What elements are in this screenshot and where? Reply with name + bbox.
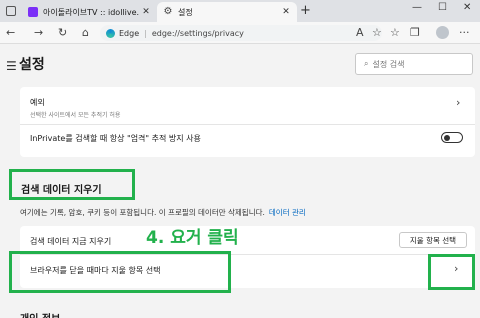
highlight-box-chevron <box>428 254 475 290</box>
close-icon[interactable]: ✕ <box>139 7 153 17</box>
tab-strip: 아이돌라이브TV :: idollive.tv ✕ ⚙ 설정 ✕ + — ☐ ✕ <box>0 0 480 22</box>
url-text: edge://settings/privacy <box>151 28 244 38</box>
minimize-icon[interactable]: — <box>412 2 422 13</box>
inprivate-strict-toggle[interactable] <box>441 132 463 143</box>
browser-brand: Edge <box>119 28 140 38</box>
tab-actions-icon[interactable] <box>6 6 16 16</box>
page-title: 설정 <box>19 57 45 73</box>
url-separator: | <box>144 28 147 38</box>
collections-icon[interactable]: ❐ <box>410 26 420 39</box>
section-heading-personal-info: 개인 정보 <box>20 310 60 318</box>
tab-label: 아이돌라이브TV :: idollive.tv <box>43 7 139 17</box>
purple-square-icon <box>28 7 38 17</box>
forward-arrow-icon[interactable]: → <box>34 26 43 39</box>
divider <box>20 124 475 125</box>
tab-idollive[interactable]: 아이돌라이브TV :: idollive.tv ✕ <box>22 2 157 22</box>
edge-logo-icon <box>106 28 115 38</box>
home-icon[interactable]: ⌂ <box>82 26 89 39</box>
back-arrow-icon[interactable]: ← <box>6 26 15 39</box>
maximize-icon[interactable]: ☐ <box>438 2 447 13</box>
settings-search[interactable]: ⌕ <box>355 53 473 75</box>
choose-what-to-clear-button[interactable]: 지울 항목 선택 <box>399 232 467 248</box>
chevron-right-icon[interactable]: › <box>456 96 460 109</box>
tab-label: 설정 <box>178 7 193 17</box>
exceptions-subtitle: 선택한 사이트에서 모든 추적기 허용 <box>30 112 121 119</box>
manage-data-link[interactable]: 데이터 관리 <box>269 208 306 217</box>
clear-data-description: 여기에는 기록, 암호, 쿠키 등이 포함됩니다. 이 프로필의 데이터만 삭제… <box>20 207 306 218</box>
favorites-list-icon[interactable]: ☆ <box>390 26 400 39</box>
highlight-box-heading <box>9 169 135 200</box>
description-text: 여기에는 기록, 암호, 쿠키 등이 포함됩니다. 이 프로필의 데이터만 삭제… <box>20 208 265 217</box>
favorite-star-icon[interactable]: ☆ <box>372 26 382 39</box>
address-bar[interactable]: Edge | edge://settings/privacy <box>100 25 382 41</box>
address-toolbar: ← → ↻ ⌂ Edge | edge://settings/privacy A… <box>0 22 480 44</box>
annotation-text: 4. 요거 클릭 <box>146 228 239 248</box>
inprivate-strict-label: InPrivate를 검색할 때 항상 "엄격" 추적 방지 사용 <box>30 134 201 143</box>
search-icon: ⌕ <box>364 59 369 68</box>
gear-icon: ⚙ <box>163 6 173 17</box>
more-menu-icon[interactable]: ··· <box>459 26 470 39</box>
highlight-box-on-close <box>9 251 231 293</box>
clear-now-label: 검색 데이터 지금 지우기 <box>30 237 112 246</box>
read-aloud-icon[interactable]: A͏ <box>356 26 364 39</box>
menu-icon[interactable]: ☰ <box>6 59 17 73</box>
exceptions-title: 예외 <box>30 98 45 107</box>
search-input[interactable] <box>372 59 453 69</box>
window-close-icon[interactable]: ✕ <box>463 2 471 13</box>
tab-settings[interactable]: ⚙ 설정 ✕ <box>157 2 297 22</box>
refresh-icon[interactable]: ↻ <box>58 26 67 39</box>
profile-avatar[interactable] <box>436 26 449 39</box>
tracking-card: 예외 선택한 사이트에서 모든 추적기 허용 › InPrivate를 검색할 … <box>20 87 475 157</box>
new-tab-button[interactable]: + <box>300 3 311 18</box>
close-icon[interactable]: ✕ <box>279 7 293 17</box>
